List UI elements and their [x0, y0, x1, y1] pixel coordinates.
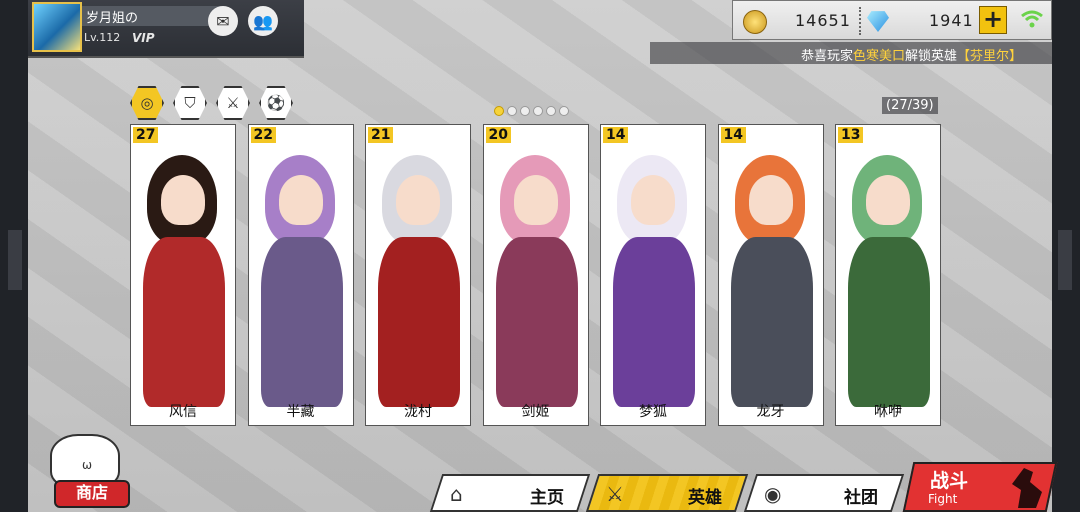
diamond-icon — [867, 11, 889, 32]
friends-icon: 👥 — [253, 11, 273, 31]
add-currency-button[interactable]: + — [979, 6, 1007, 34]
hero-name: 半藏 — [286, 404, 315, 420]
fight-button[interactable]: 战斗 Fight — [902, 462, 1058, 512]
hero-card[interactable]: 14 梦狐 — [600, 124, 706, 426]
hero-portrait — [721, 127, 821, 407]
ball-icon: ⚽ — [266, 94, 286, 112]
hero-card[interactable]: 21 泷村 — [365, 124, 471, 426]
profile-bar: 岁月姐の Lv.112 VIP ✉ 👥 — [28, 0, 304, 58]
hero-name: 风信 — [169, 404, 197, 420]
currency-bar: 14651 1941 + — [732, 0, 1052, 40]
nav-guild-label: 社团 — [844, 488, 878, 508]
hero-card[interactable]: 13 咻咿 — [835, 124, 941, 426]
hero-portrait — [603, 127, 703, 407]
fighter-silhouette-icon — [1012, 468, 1042, 508]
coin-amount: 14651 — [795, 11, 851, 30]
hero-card[interactable]: 14 龙牙 — [717, 124, 824, 426]
currency-divider — [859, 7, 863, 35]
left-edge-decoration — [8, 230, 22, 290]
hero-level: 14 — [720, 127, 746, 143]
home-icon: ⌂ — [450, 482, 463, 506]
mail-icon: ✉ — [216, 11, 230, 31]
hero-portrait — [838, 127, 938, 407]
vip-badge[interactable]: VIP — [132, 31, 155, 45]
hero-portrait — [368, 127, 468, 407]
hero-portrait — [133, 127, 233, 407]
fight-label: 战斗 — [930, 470, 969, 492]
page-dot[interactable] — [494, 106, 504, 116]
page-dot[interactable] — [520, 106, 530, 116]
hero-portrait — [486, 127, 586, 407]
hero-level: 22 — [250, 127, 276, 143]
gem-amount: 1941 — [929, 11, 974, 30]
hero-level: 20 — [485, 127, 511, 143]
hero-name: 咻咿 — [874, 404, 902, 420]
guild-icon: ◉ — [764, 482, 782, 506]
friends-button[interactable]: 👥 — [248, 6, 278, 36]
mail-button[interactable]: ✉ — [208, 6, 238, 36]
page-dot[interactable] — [533, 106, 543, 116]
hero-icon: ⚔ — [606, 482, 624, 506]
hero-count: (27/39) — [882, 97, 938, 114]
nav-guild[interactable]: ◉ 社团 — [743, 474, 905, 512]
wifi-icon — [1019, 9, 1045, 33]
fight-label-en: Fight — [928, 492, 958, 506]
hero-portrait — [251, 127, 351, 407]
page-dot[interactable] — [507, 106, 517, 116]
shop-label: 商店 — [54, 480, 130, 508]
hero-name: 泷村 — [404, 404, 432, 420]
player-name: 岁月姐の — [86, 11, 139, 26]
page-dot[interactable] — [559, 106, 569, 116]
hero-name: 剑姬 — [521, 404, 550, 420]
hero-name: 龙牙 — [756, 404, 785, 420]
shield-icon: ⛉ — [184, 94, 196, 112]
hero-name: 梦狐 — [639, 404, 667, 420]
nav-home-label: 主页 — [530, 488, 564, 508]
ring-icon: ◎ — [140, 94, 154, 112]
hero-level: 13 — [838, 127, 864, 143]
coin-icon — [743, 10, 767, 34]
hero-level: 27 — [133, 127, 159, 143]
announcement-banner: 恭喜玩家色寒美口解锁英雄【芬里尔】 — [650, 42, 1052, 64]
hero-level: 14 — [603, 127, 629, 143]
hero-card[interactable]: 22 半藏 — [247, 124, 354, 426]
nav-home[interactable]: ⌂ 主页 — [429, 474, 591, 512]
player-level: Lv.112 — [84, 31, 121, 44]
hero-level: 21 — [368, 127, 394, 143]
announcement-text: 恭喜玩家色寒美口解锁英雄【芬里尔】 — [800, 49, 1022, 64]
avatar[interactable] — [32, 2, 82, 52]
right-edge-decoration — [1058, 230, 1072, 290]
nav-hero[interactable]: ⚔ 英雄 — [585, 474, 749, 512]
sword-icon: ⚔ — [226, 94, 240, 112]
hero-card[interactable]: 20 剑姬 — [482, 124, 589, 426]
page-dot[interactable] — [546, 106, 556, 116]
hero-card[interactable]: 27 风信 — [130, 124, 236, 426]
page-indicator — [494, 106, 569, 116]
shop-button[interactable]: ω 商店 — [36, 432, 136, 508]
nav-hero-label: 英雄 — [688, 488, 722, 508]
